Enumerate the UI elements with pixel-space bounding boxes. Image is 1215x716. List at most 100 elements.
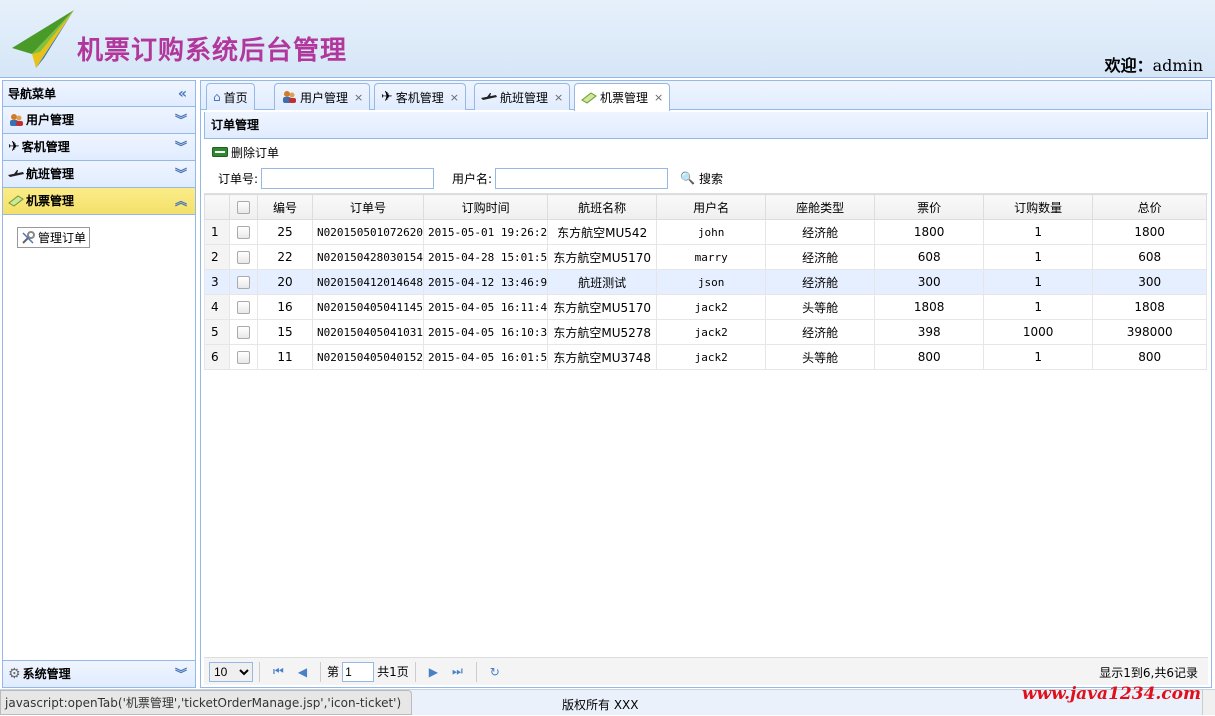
table-row[interactable]: 2 22 N020150428030154 2015-04-28 15:01:5 东方航… — [204, 244, 1208, 270]
column-header[interactable]: 订单号 — [312, 194, 424, 220]
users-icon — [283, 91, 296, 103]
orders-grid: 编号 订单号 订购时间 航班名称 用户名 座舱类型 票价 订购数量 总价 1 25… — [204, 193, 1208, 657]
delete-order-button[interactable]: 删除订单 — [212, 144, 279, 161]
last-page-icon[interactable]: ⏭ — [452, 664, 463, 679]
tab-tickets[interactable]: 机票管理 × — [574, 83, 671, 111]
table-row[interactable]: 1 25 N020150501072620 2015-05-01 19:26:2 东方航… — [204, 219, 1208, 245]
cell-user: jack2 — [656, 344, 767, 370]
table-row[interactable]: 3 20 N020150412014648 2015-04-12 13:46:9 航班测… — [204, 269, 1208, 295]
row-checkbox[interactable] — [229, 319, 258, 345]
cell-flight: 航班测试 — [547, 269, 658, 295]
username-input[interactable] — [495, 167, 669, 189]
cell-time: 2015-04-05 16:10:3 — [422, 319, 549, 345]
row-number: 4 — [204, 294, 230, 320]
column-header[interactable]: 订购数量 — [983, 194, 1094, 220]
column-header[interactable]: 座舱类型 — [765, 194, 876, 220]
expand-icon[interactable]: ︾ — [175, 134, 187, 160]
cell-time: 2015-04-12 13:46:9 — [422, 269, 549, 295]
delete-order-label: 删除订单 — [231, 145, 280, 160]
refresh-icon[interactable]: ↻ — [490, 665, 500, 679]
cell-cabin: 经济舱 — [765, 269, 876, 295]
column-header[interactable]: 编号 — [257, 194, 313, 220]
tab-label: 首页 — [223, 90, 248, 105]
tab-users[interactable]: 用户管理 × — [274, 83, 371, 110]
tab-home[interactable]: ⌂ 首页 — [206, 83, 255, 110]
page-number-input[interactable] — [342, 661, 375, 682]
status-bar: javascript:openTab('机票管理','ticketOrderMa… — [0, 690, 413, 715]
first-page-icon[interactable]: ⏮ — [273, 664, 284, 679]
cell-qty: 1 — [983, 269, 1094, 295]
pager-info: 显示1到6,共6记录 — [1099, 666, 1198, 680]
close-tab-icon[interactable]: × — [654, 91, 663, 104]
cell-qty: 1 — [983, 244, 1094, 270]
watermark: www.java1234.com — [1021, 684, 1201, 704]
expand-icon[interactable]: ︾ — [175, 161, 187, 187]
cell-order-no: N020150428030154 — [312, 244, 424, 270]
grid-toolbar: 删除订单 — [204, 139, 1208, 165]
cell-order-no: N020150405041145 — [312, 294, 424, 320]
search-label: 搜索 — [699, 171, 724, 186]
sidebar-section-flights[interactable]: 航班管理 ︾ — [3, 161, 195, 188]
expand-icon[interactable]: ︾ — [175, 661, 187, 687]
cell-order-no: N020150405041031 — [312, 319, 424, 345]
row-checkbox[interactable] — [229, 294, 258, 320]
airplane-icon: ✈ — [8, 139, 20, 155]
next-page-icon[interactable]: ▶ — [429, 665, 438, 679]
table-row[interactable]: 4 16 N020150405041145 2015-04-05 16:11:4 东方航… — [204, 294, 1208, 320]
cell-id: 22 — [257, 244, 313, 270]
page-size-select[interactable]: 10 — [209, 661, 253, 682]
sidebar-section-users[interactable]: 用户管理 ︾ — [3, 107, 195, 134]
table-row[interactable]: 5 15 N020150405041031 2015-04-05 16:10:3 东方航… — [204, 319, 1208, 345]
cell-time: 2015-04-05 16:01:5 — [422, 344, 549, 370]
scrollbar[interactable] — [1202, 690, 1215, 715]
cell-flight: 东方航空MU5170 — [547, 294, 658, 320]
row-checkbox[interactable] — [229, 244, 258, 270]
tab-label: 客机管理 — [395, 90, 444, 105]
sidebar-section-tickets[interactable]: 机票管理 ︽ — [3, 188, 195, 215]
cell-cabin: 经济舱 — [765, 319, 876, 345]
row-checkbox[interactable] — [229, 269, 258, 295]
cell-price: 800 — [874, 344, 985, 370]
cell-id: 25 — [257, 219, 313, 245]
close-tab-icon[interactable]: × — [554, 91, 563, 104]
select-all-checkbox[interactable] — [229, 194, 258, 220]
column-header[interactable]: 航班名称 — [547, 194, 658, 220]
manage-orders-link[interactable]: 管理订单 — [17, 227, 91, 248]
sidebar-section-label: 用户管理 — [26, 113, 75, 127]
panel-title: 订单管理 — [204, 112, 1208, 139]
cell-id: 15 — [257, 319, 313, 345]
row-checkbox[interactable] — [229, 344, 258, 370]
cell-price: 300 — [874, 269, 985, 295]
sidebar-section-aircraft[interactable]: ✈ 客机管理 ︾ — [3, 134, 195, 161]
sidebar-section-system[interactable]: ⚙ 系统管理 ︾ — [3, 660, 195, 687]
order-no-label: 订单号: — [218, 171, 259, 186]
tab-flights[interactable]: 航班管理 × — [474, 83, 571, 110]
prev-page-icon[interactable]: ◀ — [298, 665, 307, 679]
close-tab-icon[interactable]: × — [354, 91, 363, 104]
cell-user: marry — [656, 244, 767, 270]
column-header[interactable]: 用户名 — [656, 194, 767, 220]
cell-user: json — [656, 269, 767, 295]
column-header[interactable]: 订购时间 — [422, 194, 549, 220]
column-header[interactable]: 票价 — [874, 194, 985, 220]
cell-total: 608 — [1092, 244, 1208, 270]
cell-cabin: 经济舱 — [765, 219, 876, 245]
collapse-icon[interactable]: ︽ — [175, 188, 187, 214]
tab-label: 机票管理 — [600, 91, 649, 105]
tab-aircraft[interactable]: ✈ 客机管理 × — [374, 83, 466, 110]
expand-icon[interactable]: ︾ — [175, 107, 187, 133]
ticket-section-body: 管理订单 — [3, 215, 195, 660]
collapse-sidebar-icon[interactable]: « — [178, 81, 187, 107]
column-header[interactable]: 总价 — [1092, 194, 1208, 220]
close-tab-icon[interactable]: × — [450, 91, 459, 104]
sidebar-section-label: 客机管理 — [21, 140, 70, 154]
cell-total: 398000 — [1092, 319, 1208, 345]
username-label: 用户名: — [452, 171, 493, 186]
order-no-input[interactable] — [261, 167, 435, 189]
cell-price: 1800 — [874, 219, 985, 245]
row-checkbox[interactable] — [229, 219, 258, 245]
table-row[interactable]: 6 11 N020150405040152 2015-04-05 16:01:5 东方航… — [204, 344, 1208, 370]
search-button[interactable]: 🔍 搜索 — [680, 170, 723, 187]
ticket-icon — [8, 195, 24, 207]
home-icon: ⌂ — [213, 90, 221, 104]
